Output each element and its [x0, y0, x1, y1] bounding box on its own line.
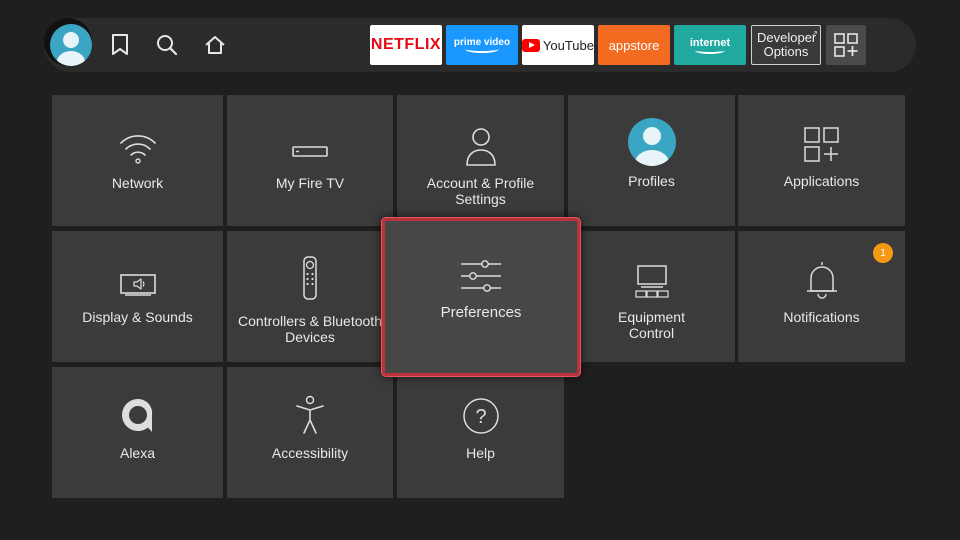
tile-notifications[interactable]: 1 Notifications: [738, 231, 905, 362]
accessibility-icon: [294, 395, 326, 435]
amazon-smile-icon: [695, 47, 725, 54]
tile-label: Controllers & Bluetooth Devices: [238, 313, 382, 345]
youtube-play-icon: [522, 38, 540, 52]
tv-speaker-icon: [119, 263, 157, 299]
tile-label: Help: [466, 445, 495, 461]
tile-account-profile-settings[interactable]: Account & Profile Settings: [397, 95, 564, 226]
tile-label: Accessibility: [271, 445, 349, 461]
youtube-label: YouTube: [542, 37, 594, 53]
tile-alexa[interactable]: Alexa: [52, 367, 223, 498]
youtube-app-tile[interactable]: YouTube: [522, 25, 594, 65]
notification-count-badge: 1: [873, 243, 893, 263]
appstore-label: appstore: [608, 37, 660, 53]
tile-label: Network: [111, 175, 164, 191]
tile-label: Alexa: [119, 445, 156, 461]
amazon-smile-icon: [465, 45, 499, 53]
tile-display-sounds[interactable]: Display & Sounds: [52, 231, 223, 362]
tile-label: My Fire TV: [275, 175, 345, 191]
home-icon[interactable]: [202, 32, 228, 58]
developer-options-app-tile[interactable]: ↗ Developer Options: [751, 25, 821, 65]
appstore-app-tile[interactable]: appstore: [598, 25, 670, 65]
tile-label: Equipment Control: [618, 309, 685, 341]
tile-equipment-control[interactable]: Equipment Control: [568, 231, 735, 362]
netflix-label: NETFLIX: [370, 36, 442, 53]
tile-profiles[interactable]: Profiles: [568, 95, 735, 226]
tile-label: Applications: [783, 173, 860, 189]
svg-text:?: ?: [475, 406, 486, 428]
tile-label: Notifications: [783, 309, 860, 325]
fire-tv-stick-icon: [290, 121, 330, 165]
remote-icon: [302, 255, 318, 301]
profile-avatar[interactable]: [50, 24, 92, 66]
top-navigation-bar: NETFLIX prime video YouTube appstore int…: [44, 18, 916, 72]
search-icon[interactable]: [154, 32, 180, 58]
person-silhouette-icon: [57, 32, 85, 66]
bookmark-icon[interactable]: [108, 32, 132, 58]
tile-preferences[interactable]: Preferences: [382, 218, 580, 376]
bell-icon: [805, 259, 839, 299]
developer-options-label: Developer Options: [757, 30, 817, 59]
wifi-icon: [118, 121, 158, 165]
tile-label: Display & Sounds: [82, 309, 193, 325]
equipment-icon: [634, 263, 670, 299]
tile-label: Profiles: [628, 173, 675, 189]
person-icon: [465, 123, 497, 167]
tile-accessibility[interactable]: Accessibility: [227, 367, 393, 498]
sliders-icon: [460, 257, 502, 293]
prime-video-app-tile[interactable]: prime video: [446, 25, 518, 65]
tile-applications[interactable]: Applications: [738, 95, 905, 226]
alexa-icon: [120, 395, 156, 435]
internet-app-tile[interactable]: internet: [674, 25, 746, 65]
tile-label: Account & Profile Settings: [426, 175, 535, 207]
tile-my-fire-tv[interactable]: My Fire TV: [227, 95, 393, 226]
tile-network[interactable]: Network: [52, 95, 223, 226]
tile-help[interactable]: ? Help: [397, 367, 564, 498]
external-link-icon: ↗: [811, 29, 818, 38]
tile-label: Preferences: [440, 304, 522, 321]
help-icon: ?: [462, 395, 500, 435]
applications-icon: [803, 123, 840, 163]
tile-controllers-bluetooth[interactable]: Controllers & Bluetooth Devices: [227, 231, 393, 362]
profile-avatar-icon: [627, 117, 677, 167]
apps-grid-icon[interactable]: [826, 25, 866, 65]
netflix-app-tile[interactable]: NETFLIX: [370, 25, 442, 65]
